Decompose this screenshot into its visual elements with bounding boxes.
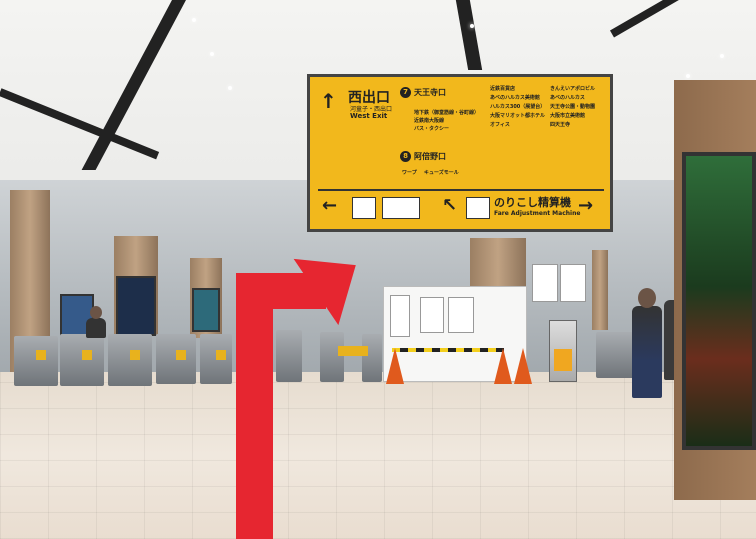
destination-item: 四天王寺 — [550, 122, 571, 128]
ticket-gate — [320, 332, 344, 382]
ticket-gate — [108, 334, 152, 386]
person — [632, 306, 662, 398]
ceiling-light — [470, 24, 474, 28]
ticket-gate — [14, 336, 58, 386]
kiosk-panel — [554, 349, 572, 371]
restroom-icon — [352, 197, 376, 219]
ticket-gate — [60, 334, 104, 386]
exit-8-name: 阿倍野口 — [414, 152, 446, 161]
up-arrow: ↑ — [320, 89, 337, 113]
exit-8-item: ワープ — [402, 170, 417, 176]
destination-item: あべのハルカス — [550, 95, 585, 101]
destination-item: 天王寺公園・動物園 — [550, 104, 596, 110]
exit-7-badge: 7 — [400, 87, 411, 98]
notice-paper — [532, 264, 558, 302]
destination-item: ハルカス300（展望台） — [490, 104, 546, 110]
ticket-gate — [362, 334, 382, 382]
display-screen — [116, 276, 156, 336]
sign-divider — [318, 189, 604, 191]
gate-panel — [36, 350, 46, 360]
person-head — [638, 288, 656, 308]
fare-adjustment-label-en: Fare Adjustment Machine — [494, 210, 581, 217]
person — [86, 318, 106, 338]
gate-panel — [216, 350, 226, 360]
ceiling-light — [210, 52, 214, 56]
exit-8-item: キューズモール — [424, 170, 459, 176]
left-arrow: ← — [322, 195, 338, 216]
fare-machine-icon — [466, 197, 490, 219]
ceiling-light — [686, 74, 690, 78]
gate-panel — [130, 350, 140, 360]
destination-item: あべのハルカス美術館 — [490, 95, 540, 101]
destination-item: きんえいアポロビル — [550, 86, 596, 92]
gate-panel — [338, 346, 368, 356]
traffic-cone — [494, 348, 512, 384]
kiosk — [549, 320, 577, 382]
notice-paper — [420, 297, 444, 333]
traffic-cone — [386, 348, 404, 384]
exit-8-badge: 8 — [400, 151, 411, 162]
upleft-arrow: ↖ — [442, 195, 458, 216]
gate-panel — [82, 350, 92, 360]
destination-item: オフィス — [490, 122, 510, 128]
exit-7-name: 天王寺口 — [414, 88, 446, 97]
person-head — [90, 306, 102, 319]
pillar — [592, 250, 608, 330]
barrier-bar — [392, 348, 504, 352]
ceiling-light — [192, 18, 196, 22]
destination-item: 大阪マリオット都ホテル — [490, 113, 546, 119]
west-exit-label-en: West Exit — [350, 112, 388, 120]
ceiling-light — [228, 86, 232, 90]
right-arrow: → — [578, 195, 594, 216]
exit-7-item: 地下鉄（御堂筋線・谷町線） — [414, 110, 480, 116]
station-concourse-photo: ↑ 西出口 河童子・西出口 West Exit 7 天王寺口 地下鉄（御堂筋線・… — [0, 0, 756, 539]
destination-item: 近鉄百貨店 — [490, 86, 516, 92]
notice-paper — [448, 297, 474, 333]
exit-7-item: 近鉄南大阪線 — [414, 118, 445, 124]
notice-paper — [390, 295, 410, 337]
ticket-gate — [276, 330, 302, 382]
ceiling-light — [720, 54, 724, 58]
traffic-cone — [514, 348, 532, 384]
display-screen — [192, 288, 220, 332]
pillar — [470, 238, 526, 288]
notice-paper — [560, 264, 586, 302]
gate-panel — [176, 350, 186, 360]
destination-item: 大阪市立美術館 — [550, 113, 586, 119]
accessible-restroom-icon — [382, 197, 420, 219]
guide-arrow-shaft — [236, 273, 273, 539]
exit-7-item: バス・タクシー — [414, 126, 450, 132]
fare-adjustment-label-ja: のりこし精算機 — [494, 196, 571, 209]
overhead-direction-sign: ↑ 西出口 河童子・西出口 West Exit 7 天王寺口 地下鉄（御堂筋線・… — [307, 74, 613, 232]
advertisement-board — [682, 152, 756, 450]
